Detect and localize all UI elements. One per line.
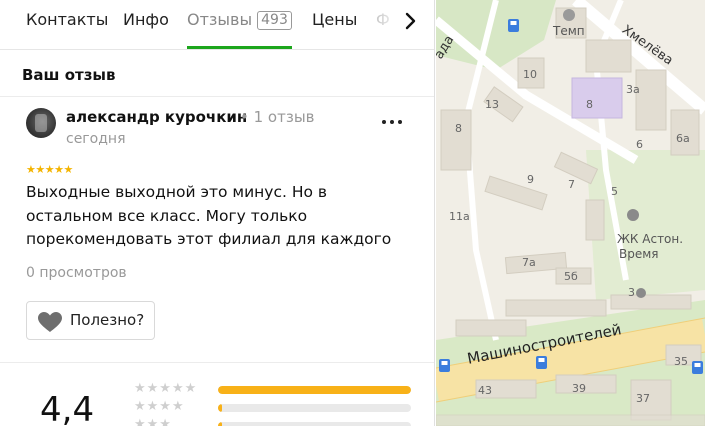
tabs-scroll-right-button[interactable] bbox=[398, 10, 422, 32]
organization-panel: Контакты Инфо Отзывы493 Цены Ф Ваш отзыв… bbox=[0, 0, 435, 426]
map[interactable]: ада Хмелёва Машиностроителей Темп ЖК Аст… bbox=[436, 0, 705, 426]
tab-prices[interactable]: Цены bbox=[312, 9, 357, 31]
tab-reviews-label: Отзывы bbox=[187, 10, 253, 29]
rating-row-bar bbox=[218, 404, 411, 412]
average-rating: 4,4 bbox=[40, 390, 95, 426]
rating-row: ★★★★ bbox=[134, 399, 424, 415]
your-review-title: Ваш отзыв bbox=[22, 66, 116, 84]
tab-reviews[interactable]: Отзывы 493 bbox=[187, 9, 292, 31]
poi-label-jk[interactable]: ЖК Астон. bbox=[617, 232, 683, 246]
tab-bar: Контакты Инфо Отзывы493 Цены Ф bbox=[0, 0, 434, 50]
author-review-count: • 1 отзыв bbox=[240, 108, 315, 126]
bus-stop-icon[interactable] bbox=[439, 359, 450, 372]
rating-row-bar bbox=[218, 386, 411, 394]
rating-row: ★★★★★ bbox=[134, 381, 424, 397]
review-views: 0 просмотров bbox=[26, 265, 127, 281]
heart-icon bbox=[38, 312, 62, 332]
house-number: 5 bbox=[611, 185, 618, 198]
review-author-name[interactable]: александр курочкин bbox=[66, 108, 247, 126]
house-number: 8 bbox=[586, 98, 593, 111]
house-number: 13 bbox=[485, 98, 499, 111]
helpful-label: Полезно? bbox=[70, 311, 145, 329]
rating-row-bar-fill bbox=[218, 386, 411, 394]
house-number: 39 bbox=[572, 382, 586, 395]
more-dots-icon bbox=[382, 120, 402, 124]
residential-complex-icon[interactable] bbox=[627, 209, 639, 221]
house-number: 5б bbox=[564, 270, 578, 283]
house-number: 11а bbox=[449, 210, 470, 223]
review-text: Выходные выходной это минус. Но в осталь… bbox=[26, 183, 392, 248]
poi-label-temp[interactable]: Темп bbox=[553, 24, 585, 38]
poi-label-jk-2[interactable]: Время bbox=[619, 247, 659, 261]
house-number: 35 bbox=[674, 355, 688, 368]
rating-row-stars: ★★★★★ bbox=[134, 381, 198, 396]
bus-stop-icon[interactable] bbox=[508, 19, 519, 32]
house-number: 7а bbox=[522, 256, 536, 269]
house-number: 9 bbox=[527, 173, 534, 186]
reviews-count-badge: 493 bbox=[257, 11, 292, 30]
house-number: 43 bbox=[478, 384, 492, 397]
house-number: 10 bbox=[523, 68, 537, 81]
tab-info[interactable]: Инфо bbox=[123, 9, 169, 31]
bus-stop-icon[interactable] bbox=[692, 361, 703, 374]
more-options-button[interactable] bbox=[380, 113, 404, 131]
rating-row-bar-fill bbox=[218, 422, 222, 426]
divider bbox=[0, 96, 434, 97]
chevron-right-icon bbox=[405, 12, 416, 30]
house-number: 3 bbox=[628, 286, 635, 299]
house-number: 37 bbox=[636, 392, 650, 405]
review-rating-stars: ★★★★★ bbox=[26, 163, 73, 176]
rating-row-bar-fill bbox=[218, 404, 222, 412]
helpful-button[interactable]: Полезно? bbox=[26, 301, 155, 340]
divider bbox=[0, 362, 434, 363]
house-number: 7 bbox=[568, 178, 575, 191]
rating-row-stars: ★★★ bbox=[134, 417, 172, 426]
rating-row-stars: ★★★★ bbox=[134, 399, 185, 414]
tab-contacts[interactable]: Контакты bbox=[26, 9, 108, 31]
house-number: 3а bbox=[626, 83, 640, 96]
avatar[interactable] bbox=[26, 108, 56, 138]
house-number: 8 bbox=[455, 122, 462, 135]
factory-icon[interactable] bbox=[563, 9, 575, 21]
rating-row: ★★★ bbox=[134, 417, 424, 426]
rating-row-bar bbox=[218, 422, 411, 426]
house-number: 6 bbox=[636, 138, 643, 151]
active-tab-indicator bbox=[187, 46, 292, 49]
house-number: 6а bbox=[676, 132, 690, 145]
review-date: сегодня bbox=[66, 131, 126, 147]
bus-stop-icon[interactable] bbox=[536, 356, 547, 369]
